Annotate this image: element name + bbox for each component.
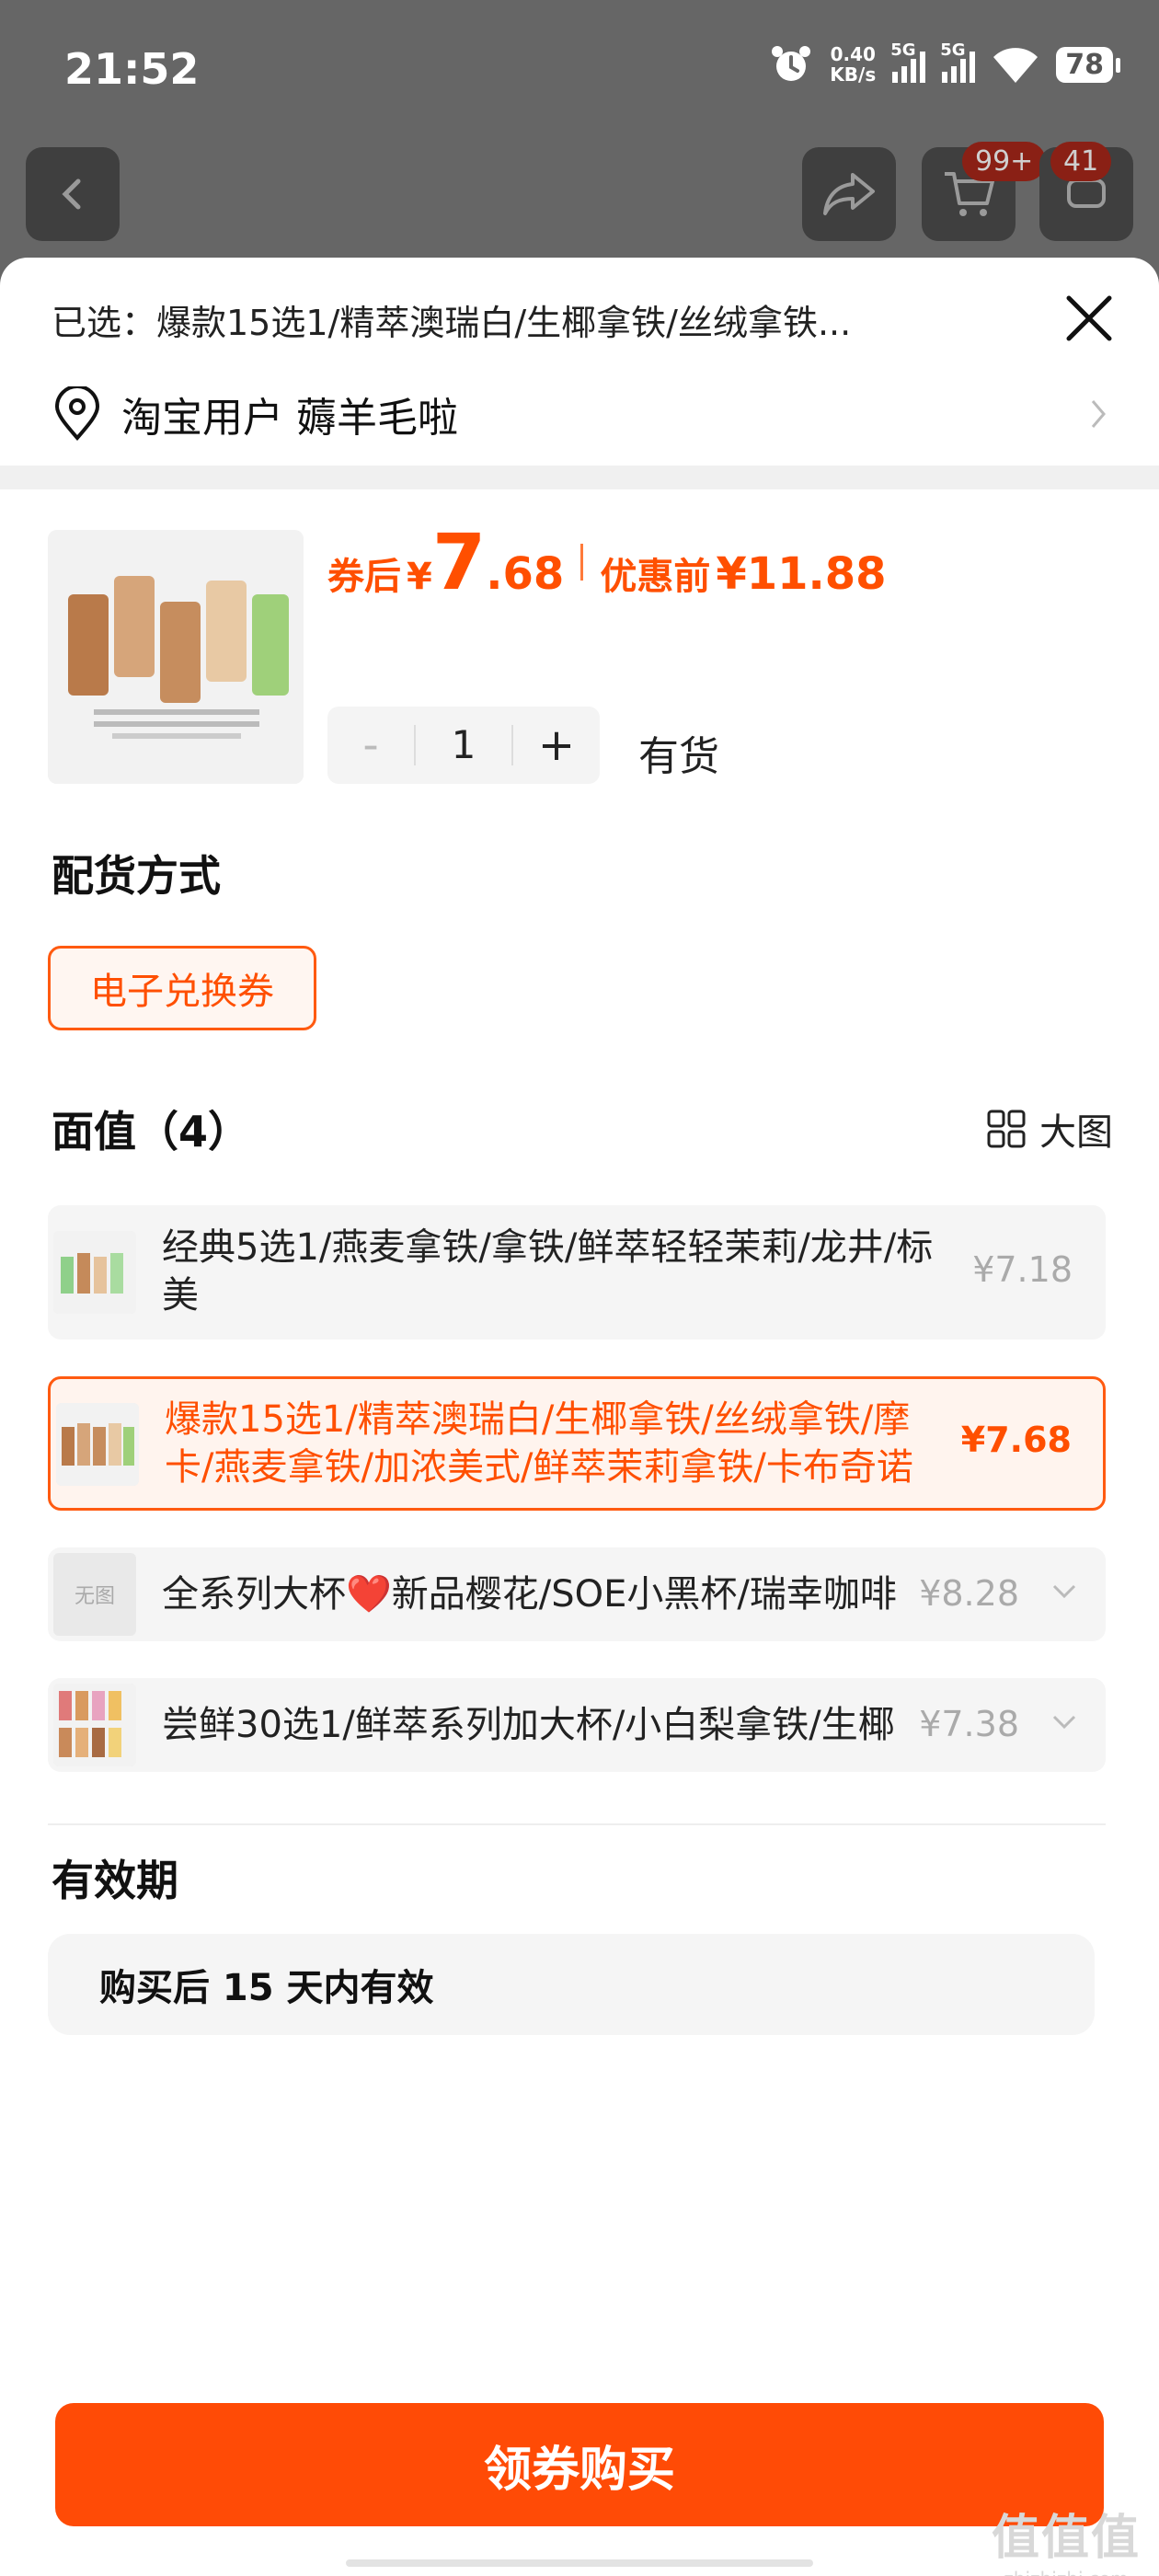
validity-title: 有效期 — [52, 1856, 178, 1905]
coupon-price-label: 券后 — [327, 556, 401, 598]
option-text: 全系列大杯❤️新品樱花/SOE小黑杯/瑞幸咖啡 — [162, 1573, 897, 1616]
grid-icon — [987, 1110, 1026, 1148]
alarm-icon — [772, 46, 811, 81]
watermark: 值值值 zhizhizhi.com — [991, 2511, 1141, 2576]
cart-badge: 99+ — [962, 142, 1047, 181]
close-icon[interactable] — [1061, 291, 1117, 346]
big-image-toggle[interactable]: 大图 — [986, 1102, 1113, 1156]
chevron-right-icon — [1091, 400, 1106, 428]
chevron-down-icon[interactable] — [1050, 1582, 1078, 1601]
option-price: ¥7.38 — [919, 1704, 1019, 1744]
denomination-option-3[interactable]: 无图 全系列大杯❤️新品樱花/SOE小黑杯/瑞幸咖啡 ¥8.28 — [48, 1547, 1106, 1641]
option-price: ¥7.68 — [960, 1420, 1072, 1460]
option-text: 爆款15选1/精萃澳瑞白/生椰拿铁/丝绒拿铁/摩卡/燕麦拿铁/加浓美式/鲜萃茉莉… — [165, 1398, 913, 1489]
claim-and-buy-button[interactable]: 领券购买 — [55, 2403, 1104, 2526]
message-badge: 41 — [1050, 142, 1112, 181]
signal-icon-2: 5G — [940, 40, 976, 83]
product-image[interactable] — [48, 530, 304, 784]
battery-icon: 78 — [1056, 46, 1120, 83]
delivery-title: 配货方式 — [52, 851, 221, 901]
option-price: ¥8.28 — [919, 1573, 1019, 1614]
section-divider — [48, 1823, 1106, 1825]
sku-sheet: 已选：爆款15选1/精萃澳瑞白/生椰拿铁/丝绒拿铁... 淘宝用户 薅羊毛啦 券… — [0, 258, 1159, 2576]
home-indicator — [346, 2559, 813, 2567]
delivery-option[interactable]: 电子兑换券 — [48, 946, 316, 1030]
wifi-icon — [993, 48, 1039, 83]
option-thumbnail — [56, 1403, 139, 1486]
cart-button[interactable]: 99+ — [922, 142, 1047, 241]
back-button[interactable] — [26, 147, 120, 241]
option-price: ¥7.18 — [972, 1249, 1073, 1290]
original-price-label: 优惠前 — [600, 556, 711, 598]
share-icon — [823, 173, 875, 215]
signal-icon: 5G — [890, 40, 926, 83]
denomination-option-1[interactable]: 经典5选1/燕麦拿铁/拿铁/鲜萃轻轻茉莉/龙井/标美 ¥7.18 — [48, 1205, 1106, 1340]
location-pin-icon — [54, 386, 100, 442]
original-price: ¥11.88 — [716, 548, 887, 600]
denomination-option-4[interactable]: 尝鲜30选1/鲜萃系列加大杯/小白梨拿铁/生椰 ¥7.38 — [48, 1678, 1106, 1772]
coffee-cups-image — [48, 530, 304, 784]
status-icons: 0.40 KB/s 5G 5G 78 — [769, 40, 1120, 86]
status-time: 21:52 — [64, 44, 200, 94]
validity-box: 购买后 15 天内有效 — [48, 1934, 1095, 2035]
price-decimal: .68 — [486, 548, 565, 600]
net-speed: 0.40 KB/s — [830, 43, 877, 86]
denomination-option-2[interactable]: 爆款15选1/精萃澳瑞白/生椰拿铁/丝绒拿铁/摩卡/燕麦拿铁/加浓美式/鲜萃茉莉… — [48, 1376, 1106, 1511]
address-row[interactable]: 淘宝用户 薅羊毛啦 — [52, 377, 1109, 451]
stock-status: 有货 — [638, 733, 719, 780]
option-thumbnail — [53, 1231, 136, 1314]
top-nav: 99+ 41 — [0, 138, 1159, 258]
price-separator — [580, 544, 584, 581]
divider — [0, 466, 1159, 489]
price-row: 券后 ¥ 7 .68 优惠前 ¥11.88 — [327, 517, 887, 607]
option-text: 尝鲜30选1/鲜萃系列加大杯/小白梨拿铁/生椰 — [162, 1704, 895, 1746]
share-button[interactable] — [802, 147, 896, 241]
quantity-value[interactable]: 1 — [414, 725, 513, 765]
chevron-down-icon[interactable] — [1050, 1713, 1078, 1731]
quantity-stepper: - 1 + — [327, 707, 600, 784]
address-text: 淘宝用户 薅羊毛啦 — [121, 395, 458, 442]
option-text: 经典5选1/燕麦拿铁/拿铁/鲜萃轻轻茉莉/龙井/标美 — [162, 1226, 934, 1317]
increase-button[interactable]: + — [513, 719, 600, 771]
status-bar: 21:52 0.40 KB/s 5G 5G 78 — [0, 0, 1159, 138]
option-thumbnail — [53, 1684, 136, 1766]
big-image-label: 大图 — [1039, 1111, 1113, 1154]
option-thumbnail-placeholder: 无图 — [53, 1553, 136, 1636]
selected-summary: 已选：爆款15选1/精萃澳瑞白/生椰拿铁/丝绒拿铁... — [52, 303, 852, 343]
message-button[interactable]: 41 — [1039, 142, 1133, 241]
chevron-left-icon — [62, 178, 81, 210]
price-currency: ¥ — [407, 556, 432, 598]
denomination-title: 面值（4） — [52, 1107, 251, 1156]
decrease-button[interactable]: - — [327, 719, 414, 771]
price-integer: 7 — [431, 517, 487, 607]
